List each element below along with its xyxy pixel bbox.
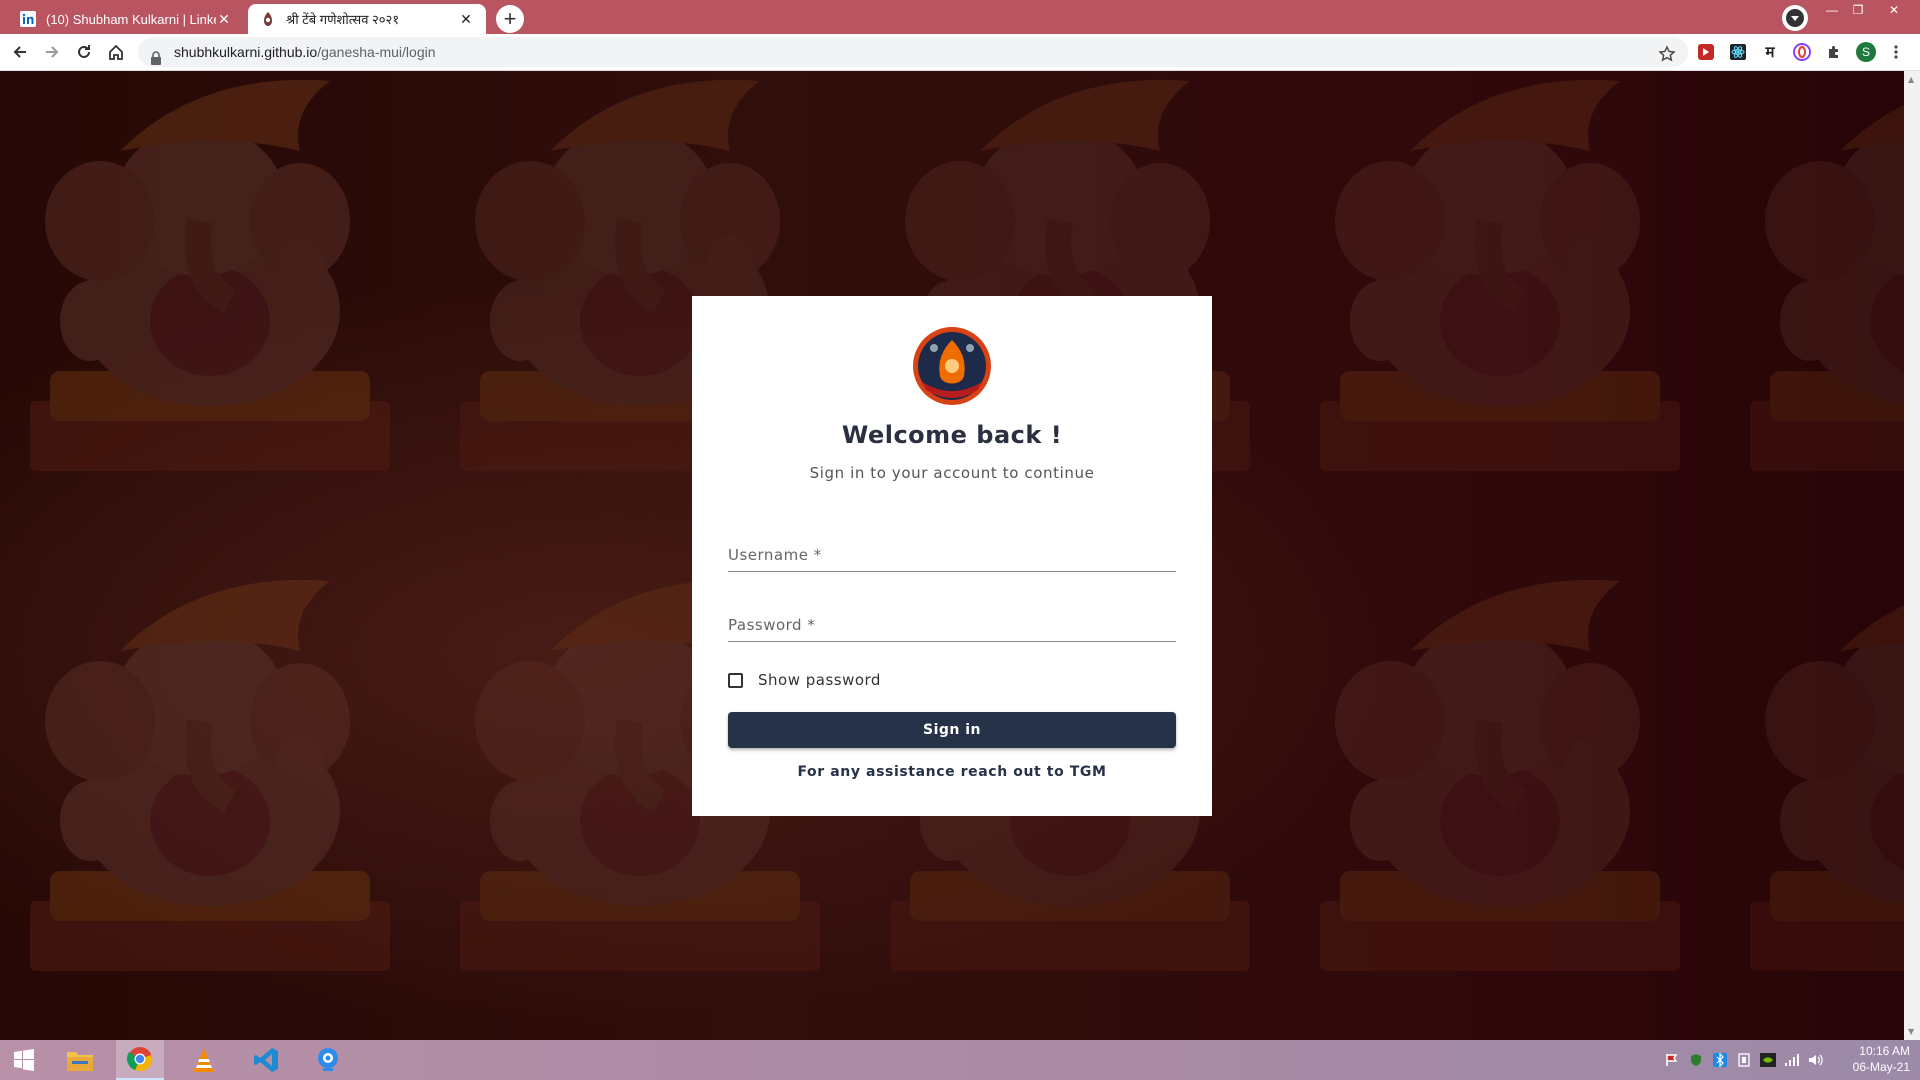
profile-avatar[interactable]: S [1856, 42, 1876, 62]
home-button[interactable] [102, 38, 130, 66]
restore-window-icon[interactable]: ❐ [1844, 0, 1872, 20]
clock-time: 10:16 AM [1859, 1044, 1910, 1058]
chrome-icon[interactable] [116, 1040, 164, 1080]
address-bar[interactable]: shubhkulkarni.github.io/ganesha-mui/logi… [138, 37, 1688, 67]
close-tab-icon[interactable]: ✕ [458, 11, 474, 27]
password-label: Password * [728, 616, 816, 634]
tab-linkedin[interactable]: (10) Shubham Kulkarni | LinkedIn ✕ [8, 4, 244, 34]
show-password-checkbox[interactable] [728, 672, 743, 688]
extensions-puzzle-icon[interactable] [1824, 42, 1844, 62]
vlc-icon[interactable] [180, 1040, 228, 1080]
bluetooth-icon[interactable] [1712, 1052, 1728, 1068]
password-field[interactable]: Password * [728, 606, 1176, 642]
windows-taskbar: 10:16 AM 06-May-21 [0, 1040, 1920, 1080]
browser-toolbar: shubhkulkarni.github.io/ganesha-mui/logi… [0, 34, 1920, 71]
login-card: Welcome back ! Sign in to your account t… [692, 296, 1212, 816]
opera-extension-icon[interactable] [1792, 42, 1812, 62]
tab-ganesha[interactable]: श्री टेंबे गणेशोत्सव २०२१ ✕ [248, 4, 486, 34]
extension-red-icon[interactable] [1696, 42, 1716, 62]
close-tab-icon[interactable]: ✕ [216, 11, 232, 27]
sign-in-button[interactable]: Sign in [728, 712, 1176, 748]
close-window-icon[interactable]: ✕ [1880, 0, 1908, 20]
marathi-input-extension[interactable]: म [1760, 42, 1780, 62]
show-password-label: Show password [758, 671, 881, 689]
volume-icon[interactable] [1808, 1052, 1824, 1068]
username-field[interactable]: Username * [728, 536, 1176, 572]
windows-start-icon[interactable] [0, 1040, 48, 1080]
scroll-down-icon[interactable]: ▼ [1908, 1027, 1914, 1036]
page-scrollbar[interactable]: ▲ ▼ [1904, 71, 1920, 1040]
minimize-window-icon[interactable]: — [1818, 0, 1846, 20]
show-password-toggle[interactable]: Show password [728, 668, 881, 692]
taskbar-clock[interactable]: 10:16 AM 06-May-21 [1830, 1043, 1910, 1075]
media-control-icon[interactable] [1782, 5, 1808, 31]
browser-tab-strip: (10) Shubham Kulkarni | LinkedIn ✕ श्री … [0, 0, 1920, 34]
vscode-icon[interactable] [242, 1040, 290, 1080]
ganesha-logo-icon [912, 326, 992, 406]
welcome-subtitle: Sign in to your account to continue [809, 464, 1095, 482]
assistance-text: For any assistance reach out to TGM [797, 764, 1107, 780]
page-background: Welcome back ! Sign in to your account t… [0, 71, 1904, 1040]
forward-button[interactable] [38, 38, 66, 66]
react-devtools-icon[interactable] [1728, 42, 1748, 62]
new-tab-button[interactable]: + [496, 5, 524, 33]
webcam-app-icon[interactable] [304, 1040, 352, 1080]
linkedin-icon [20, 11, 36, 27]
browser-menu-icon[interactable] [1886, 42, 1906, 62]
ganesha-favicon-icon [260, 11, 276, 27]
tab-title: (10) Shubham Kulkarni | LinkedIn [46, 11, 216, 27]
nvidia-icon[interactable] [1760, 1052, 1776, 1068]
bookmark-star-icon[interactable] [1658, 43, 1676, 73]
url-host: shubhkulkarni.github.io [174, 44, 318, 60]
reload-button[interactable] [70, 38, 98, 66]
tab-title: श्री टेंबे गणेशोत्सव २०२१ [286, 12, 400, 27]
scroll-up-icon[interactable]: ▲ [1908, 75, 1914, 84]
action-center-flag-icon[interactable] [1664, 1052, 1680, 1068]
network-signal-icon[interactable] [1784, 1052, 1800, 1068]
tray-device-icon[interactable] [1736, 1052, 1752, 1068]
back-button[interactable] [6, 38, 34, 66]
security-shield-icon[interactable] [1688, 1052, 1704, 1068]
username-label: Username * [728, 546, 822, 564]
clock-date: 06-May-21 [1852, 1060, 1910, 1074]
url-path: /ganesha-mui/login [317, 44, 436, 60]
welcome-heading: Welcome back ! [841, 421, 1063, 449]
file-explorer-icon[interactable] [56, 1040, 104, 1080]
